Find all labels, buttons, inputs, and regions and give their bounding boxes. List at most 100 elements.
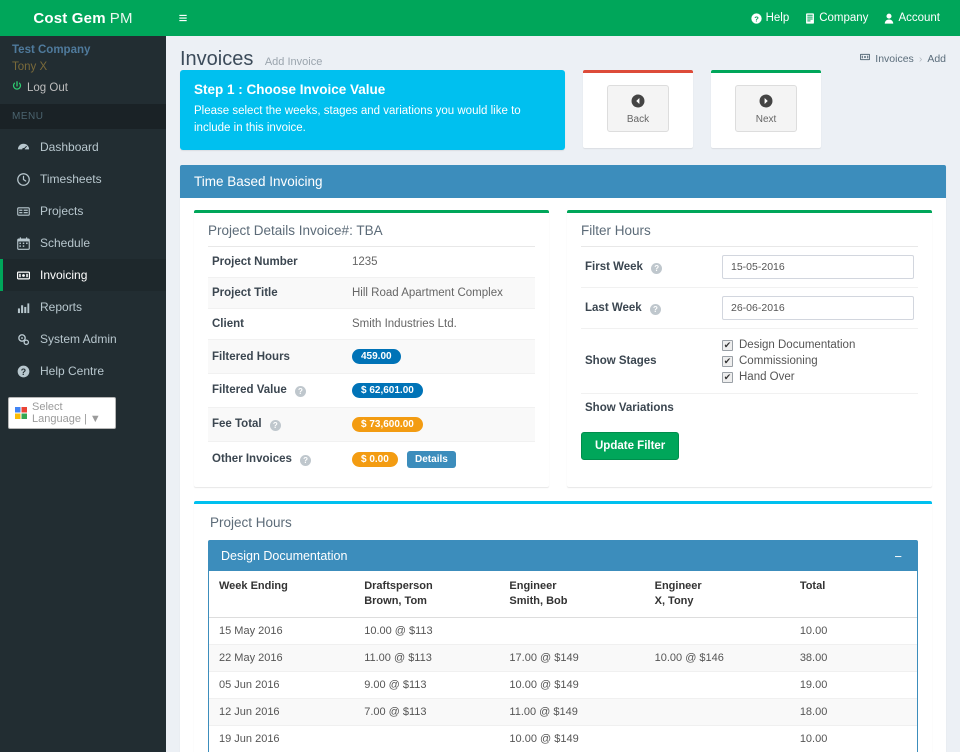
nav-company-label: Company [819,12,869,24]
next-button[interactable]: Next [735,85,797,132]
column-sub: Brown, Tom [364,595,427,608]
nav-account-label: Account [898,12,940,24]
nav-company-button[interactable]: Company [805,12,868,24]
stage-name: Design Documentation [221,549,348,564]
table-body: 15 May 2016 10.00 @ $113 10.00 22 May 20… [209,617,917,752]
breadcrumb-separator: › [918,52,923,65]
last-week-label-cell: Last Week ? [581,288,718,329]
step-callout: Step 1 : Choose Invoice Value Please sel… [180,70,565,151]
row-value: Hill Road Apartment Complex [352,287,503,300]
checkbox-checked-icon[interactable]: ✔ [722,339,733,351]
filter-hours-inner: First Week ? Last Week ? [567,246,932,474]
first-week-label: First Week [585,260,643,273]
sidebar-item-schedule[interactable]: Schedule [0,227,166,259]
panel-body: Project Details Invoice#: TBA Project Nu… [180,198,946,501]
status-badge: $ 73,600.00 [352,417,423,433]
row-value-cell: 459.00 [348,340,535,374]
sidebar-logout-button[interactable]: Log Out [0,77,166,104]
sidebar-item-label: Dashboard [40,140,99,154]
app-root: Cost Gem PM ≡ ? Help Company Account Tes… [0,0,960,752]
cell-engineer-smith: 10.00 @ $149 [499,671,645,700]
row-label: Filtered Hours [212,350,290,363]
list-icon [15,205,31,218]
sidebar-item-projects[interactable]: Projects [0,195,166,227]
help-icon[interactable]: ? [269,420,281,432]
sidebar-item-label: Help Centre [40,364,105,378]
table-row: 15 May 2016 10.00 @ $113 10.00 [209,617,917,646]
breadcrumb-link-invoices[interactable]: Invoices [875,53,914,65]
table-header-row: Week Ending Draftsperson Brown, Tom Engi… [209,571,917,619]
project-hours-title: Project Hours [210,515,292,531]
step-callout-text: Please select the weeks, stages and vari… [194,105,521,134]
sidebar-logout-label: Log Out [27,81,68,94]
row-label: Client [212,318,244,331]
back-button[interactable]: Back [607,85,669,132]
next-navigation-box: Next [711,70,821,148]
sidebar-menu: Dashboard Timesheets Projects Schedule I… [0,129,166,387]
sidebar-toggle-icon[interactable]: ≡ [166,0,200,36]
table-row: 05 Jun 2016 9.00 @ $113 10.00 @ $149 19.… [209,671,917,700]
sidebar-item-invoicing[interactable]: Invoicing [0,259,166,291]
stage-checkbox-hand-over[interactable]: ✔ Hand Over [722,369,914,385]
language-selector[interactable]: Select Language | ▼ [8,397,116,429]
update-filter-button[interactable]: Update Filter [581,432,680,461]
stage-header[interactable]: Design Documentation − [209,541,917,572]
column-title: Week Ending [219,580,288,593]
language-selector-label: Select Language | ▼ [32,401,101,425]
user-icon [884,13,894,24]
nav-help-button[interactable]: ? Help [750,12,789,24]
collapse-minus-icon[interactable]: − [891,550,905,563]
table-row: 19 Jun 2016 10.00 @ $149 10.00 [209,725,917,752]
time-based-invoicing-panel: Time Based Invoicing Project Details Inv… [180,165,946,752]
last-week-input[interactable] [722,296,914,321]
panel-title: Time Based Invoicing [180,165,946,199]
page-subtitle: Add Invoice [264,56,323,68]
other-invoices-details-button[interactable]: Details [407,451,456,469]
stage-checkbox-label: Design Documentation [739,339,856,352]
sidebar-item-timesheets[interactable]: Timesheets [0,163,166,195]
cell-total: 19.00 [789,671,917,700]
sidebar-item-reports[interactable]: Reports [0,291,166,323]
column-total: Total [789,571,917,619]
stage-checkbox-commissioning[interactable]: ✔ Commissioning [722,353,914,369]
top-row: Step 1 : Choose Invoice Value Please sel… [166,70,960,151]
stage-checkbox-design-documentation[interactable]: ✔ Design Documentation [722,337,914,353]
table-row: Project Number 1235 [208,246,535,278]
checkbox-checked-icon[interactable]: ✔ [722,371,733,383]
brand-logo[interactable]: Cost Gem PM [0,0,166,36]
power-icon [12,81,22,94]
sidebar-item-dashboard[interactable]: Dashboard [0,131,166,163]
help-icon[interactable]: ? [300,455,312,467]
step-callout-title: Step 1 : Choose Invoice Value [194,82,386,97]
sidebar-company-name: Test Company [12,44,91,56]
main-content: Invoices Add Invoice Invoices › Add Step… [166,36,960,752]
sidebar-item-system-admin[interactable]: System Admin [0,323,166,355]
content-header: Invoices Add Invoice Invoices › Add [166,36,960,70]
breadcrumb-invoice-icon [860,52,871,65]
column-sub: X, Tony [654,595,694,608]
column-title: Engineer [509,580,557,593]
cell-engineer-smith [499,617,645,646]
first-week-input[interactable] [722,255,914,280]
row-label: Filtered Value [212,384,287,397]
cell-week: 19 Jun 2016 [209,725,355,752]
google-translate-icon [15,407,27,419]
help-icon[interactable]: ? [294,386,306,398]
checkbox-checked-icon[interactable]: ✔ [722,355,733,367]
filter-hours-box: Filter Hours First Week ? 15-05-2016 Las… [567,210,932,488]
cell-total: 38.00 [789,644,917,673]
help-icon[interactable]: ? [651,262,663,274]
cell-total: 18.00 [789,698,917,727]
sidebar-item-help-centre[interactable]: ? Help Centre [0,355,166,387]
cell-engineer-x [644,617,790,646]
dashboard-icon [15,141,31,154]
nav-account-button[interactable]: Account [884,12,940,24]
help-icon[interactable]: ? [649,303,661,315]
cell-week: 05 Jun 2016 [209,671,355,700]
clock-icon [15,172,31,186]
cell-week: 22 May 2016 [209,644,355,673]
column-draftsperson: Draftsperson Brown, Tom [354,571,500,619]
cell-total: 10.00 [789,725,917,752]
status-badge: 459.00 [352,349,401,365]
column-engineer-smith: Engineer Smith, Bob [499,571,645,619]
